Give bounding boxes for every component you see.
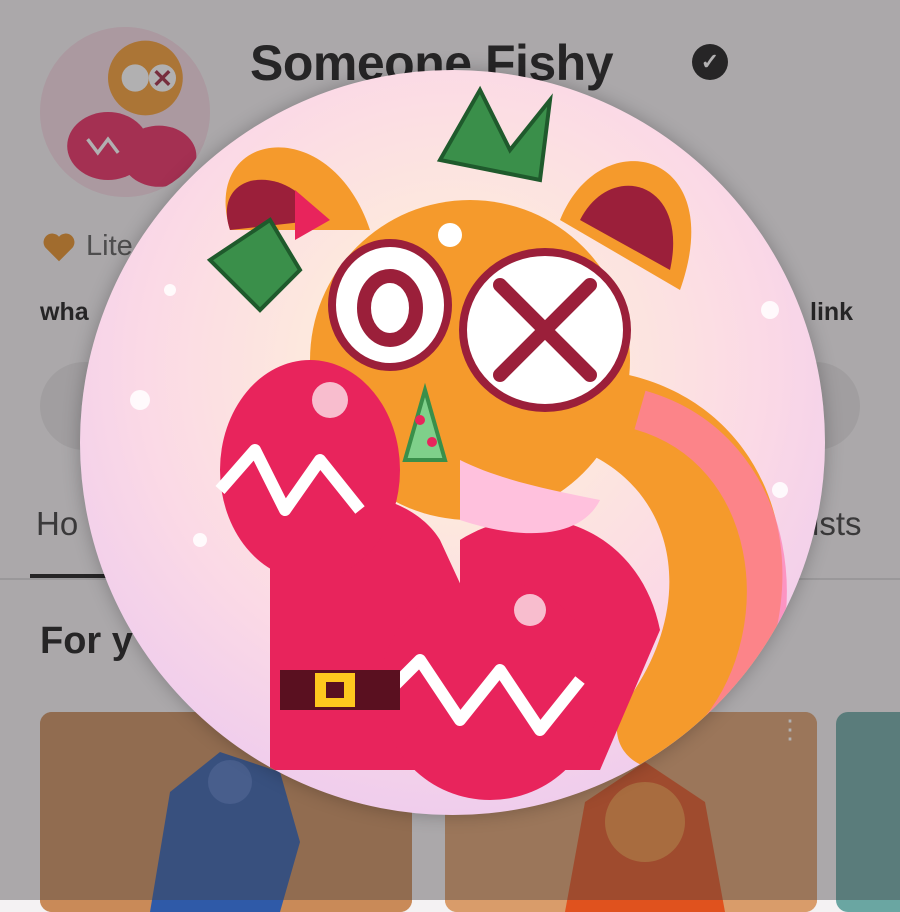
enlarged-avatar-artwork [80, 70, 825, 815]
enlarged-avatar[interactable] [80, 70, 825, 815]
